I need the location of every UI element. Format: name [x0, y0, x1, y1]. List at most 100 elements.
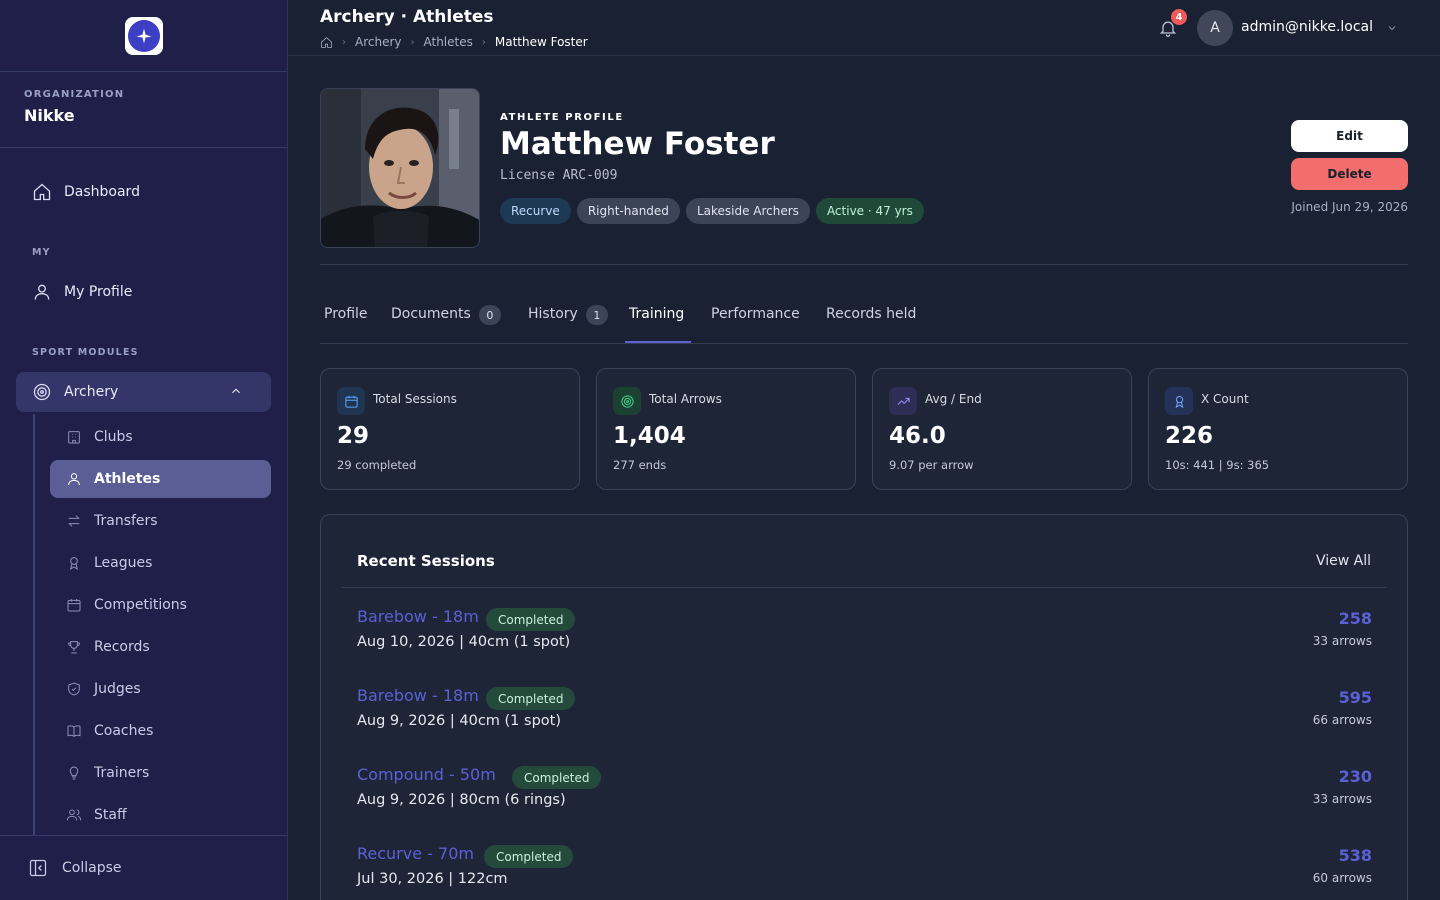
breadcrumb-separator: › [481, 36, 486, 48]
calendar-icon [337, 387, 365, 415]
nav-my-profile-label: My Profile [64, 284, 133, 300]
active-tab-indicator [625, 341, 691, 343]
tab-history[interactable]: History 1 [528, 296, 608, 343]
home-icon [33, 183, 51, 201]
stat-value: 46.0 [889, 423, 946, 449]
stat-card-total-arrows: Total Arrows 1,404 277 ends [596, 368, 856, 490]
app-logo[interactable] [124, 16, 163, 55]
tab-training[interactable]: Training [629, 296, 684, 343]
recent-sessions-title: Recent Sessions [357, 552, 495, 570]
sidebar-item-transfers[interactable]: Transfers [50, 502, 271, 540]
session-arrows: 33 arrows [1312, 792, 1372, 806]
nav-archery[interactable]: Archery [16, 372, 271, 412]
transfer-icon [68, 515, 80, 527]
tab-label: History [528, 306, 578, 322]
organization-label: ORGANIZATION [24, 89, 125, 100]
shield-icon [68, 682, 80, 696]
tag-handedness: Right-handed [576, 198, 680, 224]
logo-area [0, 0, 287, 72]
sidebar-item-label: Athletes [94, 471, 161, 487]
view-all-link[interactable]: View All [1316, 553, 1371, 569]
breadcrumb-athletes[interactable]: Athletes [424, 35, 473, 49]
profile-eyebrow: ATHLETE PROFILE [500, 112, 624, 123]
target-icon [33, 383, 51, 401]
user-icon [34, 284, 50, 300]
athlete-tags: Recurve Right-handed Lakeside Archers Ac… [500, 198, 924, 224]
sidebar-item-clubs[interactable]: Clubs [50, 418, 271, 456]
athlete-name: Matthew Foster [500, 126, 775, 162]
session-name-link[interactable]: Barebow - 18m [357, 607, 479, 626]
session-name-link[interactable]: Barebow - 18m [357, 686, 479, 705]
tab-performance[interactable]: Performance [711, 296, 800, 343]
sidebar-item-staff[interactable]: Staff [50, 796, 271, 834]
trend-up-icon [889, 387, 917, 415]
stat-subtext: 10s: 441 | 9s: 365 [1165, 458, 1270, 472]
home-icon[interactable] [320, 36, 333, 49]
tab-label: Training [629, 306, 685, 322]
tab-documents[interactable]: Documents 0 [391, 296, 501, 343]
user-icon [68, 473, 80, 486]
chevron-up-icon [232, 388, 240, 394]
divider [341, 587, 1387, 588]
collapse-button[interactable]: Collapse [0, 835, 287, 900]
target-icon [613, 387, 641, 415]
stat-value: 226 [1165, 423, 1214, 449]
sidebar-item-label: Competitions [94, 597, 187, 613]
plane-icon [136, 28, 151, 43]
tab-label: Profile [324, 306, 368, 322]
breadcrumb: › Archery › Athletes › Matthew Foster [320, 35, 588, 49]
stat-subtext: 9.07 per arrow [889, 458, 974, 472]
stat-label: Total Arrows [649, 392, 722, 406]
sidebar-item-trainers[interactable]: Trainers [50, 754, 271, 792]
tag-discipline: Recurve [500, 198, 571, 224]
sidebar-item-label: Leagues [94, 555, 153, 571]
session-name-link[interactable]: Compound - 50m [357, 765, 496, 784]
session-name-link[interactable]: Recurve - 70m [357, 844, 474, 863]
sidebar-item-label: Transfers [94, 513, 158, 529]
divider [320, 264, 1408, 265]
sidebar-item-label: Trainers [94, 765, 150, 781]
edit-button[interactable]: Edit [1291, 120, 1408, 152]
breadcrumb-archery[interactable]: Archery [355, 35, 402, 49]
tab-profile[interactable]: Profile [324, 296, 368, 343]
session-detail: Aug 9, 2026 | 40cm (1 spot) [357, 713, 561, 729]
delete-button[interactable]: Delete [1291, 158, 1408, 190]
stat-card-avg-end: Avg / End 46.0 9.07 per arrow [872, 368, 1132, 490]
stat-value: 1,404 [613, 423, 686, 449]
session-row[interactable]: Recurve - 70m Completed Jul 30, 2026 | 1… [357, 844, 1372, 900]
stat-card-x-count: X Count 226 10s: 441 | 9s: 365 [1148, 368, 1408, 490]
athlete-portrait-image [321, 89, 479, 247]
stat-subtext: 277 ends [613, 458, 667, 472]
trophy-icon [68, 641, 80, 654]
sidebar-item-coaches[interactable]: Coaches [50, 712, 271, 750]
session-row[interactable]: Barebow - 18m Completed Aug 10, 2026 | 4… [357, 607, 1372, 667]
session-row[interactable]: Barebow - 18m Completed Aug 9, 2026 | 40… [357, 686, 1372, 746]
stat-label: X Count [1201, 392, 1249, 406]
session-arrows: 66 arrows [1312, 713, 1372, 727]
sidebar-item-athletes[interactable]: Athletes [50, 460, 271, 498]
breadcrumb-separator: › [342, 36, 346, 48]
stat-card-total-sessions: Total Sessions 29 29 completed [320, 368, 580, 490]
tab-records-held[interactable]: Records held [826, 296, 916, 343]
nav-dashboard[interactable]: Dashboard [16, 172, 271, 212]
tag-status: Active · 47 yrs [815, 198, 924, 224]
athlete-photo [320, 88, 480, 248]
sidebar-item-records[interactable]: Records [50, 628, 271, 666]
sidebar-item-label: Staff [94, 807, 127, 823]
session-detail: Jul 30, 2026 | 122cm [357, 871, 508, 887]
sidebar-item-label: Judges [94, 681, 141, 697]
session-row[interactable]: Compound - 50m Completed Aug 9, 2026 | 8… [357, 765, 1372, 825]
sidebar-item-leagues[interactable]: Leagues [50, 544, 271, 582]
nav-dashboard-label: Dashboard [64, 184, 140, 200]
organization-block: ORGANIZATION Nikke [0, 72, 287, 148]
sidebar-item-competitions[interactable]: Competitions [50, 586, 271, 624]
award-icon [1165, 387, 1193, 415]
chevron-down-icon[interactable] [1386, 22, 1398, 34]
avatar[interactable]: A [1197, 10, 1233, 46]
nav-my-profile[interactable]: My Profile [16, 272, 271, 312]
building-icon [68, 431, 80, 444]
breadcrumb-current: Matthew Foster [494, 35, 588, 49]
sidebar-item-judges[interactable]: Judges [50, 670, 271, 708]
user-email[interactable]: admin@nikke.local [1241, 19, 1373, 35]
joined-date: Joined Jun 29, 2026 [1291, 200, 1408, 214]
